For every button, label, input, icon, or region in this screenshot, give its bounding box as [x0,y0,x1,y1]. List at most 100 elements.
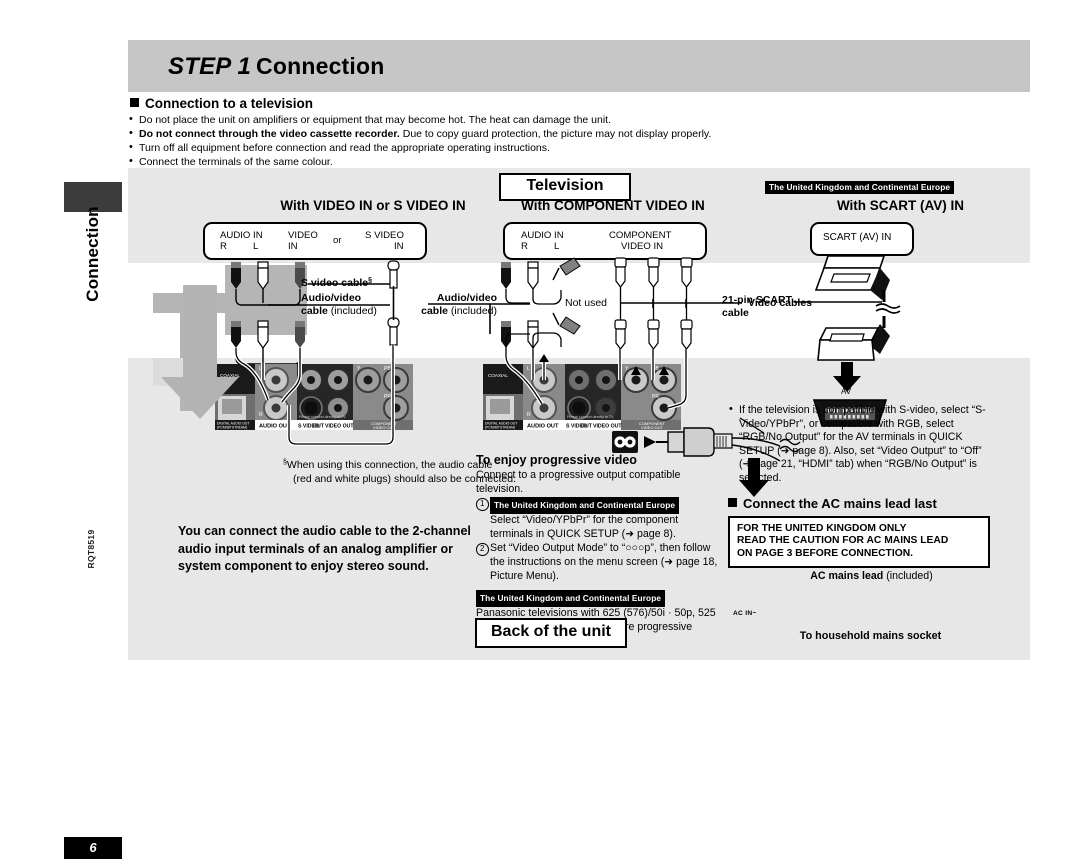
caution-line-2: READ THE CAUTION FOR AC MAINS LEAD [737,535,949,547]
label-household-socket: To household mains socket [799,630,942,642]
progressive-steps: 1 The United Kingdom and Continental Eur… [476,497,721,583]
terminal-label-video-in: IN [288,241,298,252]
left-note-text: You can connect the audio cable to the 2… [178,524,471,573]
rear-panel-middle: COAXIAL OPTICAL DIGITAL AUDIO OUT (PCM/B… [483,364,681,430]
svg-text:VIDEO OUT: VIDEO OUT [593,424,622,430]
svg-text:VIDEO OUT: VIDEO OUT [641,425,664,430]
caution-box: FOR THE UNITED KINGDOM ONLY READ THE CAU… [728,515,990,569]
svg-text:Y: Y [625,366,629,372]
column-heading-scart: With SCART (AV) IN [836,198,965,213]
terminal-label-audio-in: AUDIO IN [220,230,263,241]
square-bullet-icon [728,497,737,507]
terminal-label-l: L [253,241,259,252]
svg-text:PB: PB [652,366,659,372]
step-number-1: 1 [476,497,489,511]
svg-text:R: R [527,412,531,418]
column-heading-component: With COMPONENT VIDEO IN [521,198,705,213]
progressive-intro: Connect to a progressive output compatib… [476,469,681,495]
section-heading: Connection to a television [128,96,1030,111]
diagram-white-band [128,263,1030,358]
column-heading-video: With VIDEO IN or S VIDEO IN [280,198,466,213]
tv-terminal-box-scart: SCART (AV) IN [810,222,914,256]
page-title: STEP 1 Connection [168,53,385,81]
terminal-label-s-video-in: IN [394,241,404,252]
terminal-label-component-video-in: VIDEO IN [621,241,664,252]
svg-text:Please connect directly to TV.: Please connect directly to TV. [567,415,614,419]
list-item: 1 The United Kingdom and Continental Eur… [476,497,721,541]
intro-bullet-list: Do not place the unit on amplifiers or e… [128,113,1030,169]
tv-terminal-box-video: AUDIO IN R L VIDEO IN or S VIDEO IN [203,222,427,260]
svg-text:(PCM/BITSTREAM): (PCM/BITSTREAM) [485,426,515,430]
footnote-marker-icon: § [368,277,373,284]
ac-section-heading: Connect the AC mains lead last [728,496,990,511]
svg-text:R: R [259,412,263,418]
television-banner: Television [499,173,631,201]
label-scart-cable: 21-pin SCART cable [722,294,793,319]
svg-text:VIDEO OUT: VIDEO OUT [373,425,396,430]
region-badge-note: The United Kingdom and Continental Europ… [476,590,666,608]
svg-text:(PCM/BITSTREAM): (PCM/BITSTREAM) [217,426,247,430]
terminal-label-audio-in: AUDIO IN [521,230,564,241]
svg-text:DIGITAL AUDIO OUT: DIGITAL AUDIO OUT [217,422,249,426]
list-item-bold: Do not connect through the video cassett… [139,127,400,140]
svg-text:COAXIAL: COAXIAL [488,373,508,378]
page-title-band: STEP 1 Connection [128,40,1030,92]
svg-text:COMPONENT: COMPONENT [639,421,666,426]
terminal-label-scart: SCART (AV) IN [823,232,892,243]
svg-text:PB: PB [384,366,391,372]
section-heading-text: Connection to a television [145,96,314,111]
caution-line-1: FOR THE UNITED KINGDOM ONLY [737,522,907,534]
tv-terminal-box-component: AUDIO IN R L COMPONENT VIDEO IN [503,222,707,260]
svg-text:OUT: OUT [581,424,593,430]
rear-panel-left: COAXIAL OPTICAL DIGITAL AUDIO OUT (PCM/B… [215,364,413,430]
ac-heading-text: Connect the AC mains lead last [743,495,937,511]
svg-text:S VIDEO: S VIDEO [298,424,319,430]
terminal-label-l: L [554,241,560,252]
document-code: RQT8519 [86,529,96,569]
manual-page: Connection RQT8519 6 STEP 1 Connection Co… [0,0,1080,859]
svg-text:VIDEO OUT: VIDEO OUT [325,424,354,430]
svg-text:OUT: OUT [313,424,325,430]
region-badge-step1: The United Kingdom and Continental Europ… [490,497,680,515]
list-item: Do not connect through the video cassett… [128,127,1030,141]
step-number-2: 2 [476,542,489,556]
terminal-label-s-video: S VIDEO [365,230,404,241]
svg-text:L: L [527,366,530,372]
terminal-label-video: VIDEO [288,230,318,241]
label-not-used: Not used [565,297,608,309]
caution-line-3: ON PAGE 3 BEFORE CONNECTION. [737,547,914,559]
svg-text:COAXIAL: COAXIAL [220,373,240,378]
svg-text:OPTICAL: OPTICAL [488,421,507,426]
label-av-cable-mid: Audio/video cable (included) [421,292,497,317]
svg-text:AUDIO OUT: AUDIO OUT [259,424,291,430]
label-s-video-cable: S video cable§ [301,277,373,289]
svg-text:OPTICAL: OPTICAL [220,421,239,426]
terminal-label-r: R [521,241,528,252]
page-number: 6 [64,837,122,859]
svg-text:PR: PR [384,394,391,400]
list-item: Do not place the unit on amplifiers or e… [128,113,1030,127]
page-title-text: Connection [256,53,385,79]
svg-text:L: L [259,366,262,372]
back-of-unit-banner: Back of the unit [475,618,627,648]
side-tab: Connection RQT8519 6 [64,182,122,859]
label-av-cable-left: Audio/video cable (included) [301,292,377,317]
list-item: 2 Set “Video Output Mode” to “○○○p”, the… [476,542,721,583]
terminal-label-r: R [220,241,227,252]
svg-text:DIGITAL AUDIO OUT: DIGITAL AUDIO OUT [485,422,517,426]
list-item: Turn off all equipment before connection… [128,141,1030,155]
intro-section: Connection to a television Do not place … [128,96,1030,170]
svg-text:Y: Y [357,366,361,372]
label-av-port: AV [841,387,852,396]
list-item-rest: Due to copy guard protection, the pictur… [399,127,712,140]
scart-notes-section: If the television is compatible with S-v… [728,403,990,569]
svg-text:PR: PR [652,394,659,400]
progressive-heading: To enjoy progressive video [476,453,637,467]
side-tab-label: Connection [83,206,102,302]
connection-diagram-area: Television The United Kingdom and Contin… [128,168,1030,660]
terminal-label-or: or [333,235,342,246]
label-ac-in: AC IN~ [733,610,757,617]
step1-text: Select “Video/YPbPr” for the component t… [490,514,679,540]
svg-text:Please connect directly to TV.: Please connect directly to TV. [299,415,346,419]
terminal-label-component: COMPONENT [609,230,672,241]
